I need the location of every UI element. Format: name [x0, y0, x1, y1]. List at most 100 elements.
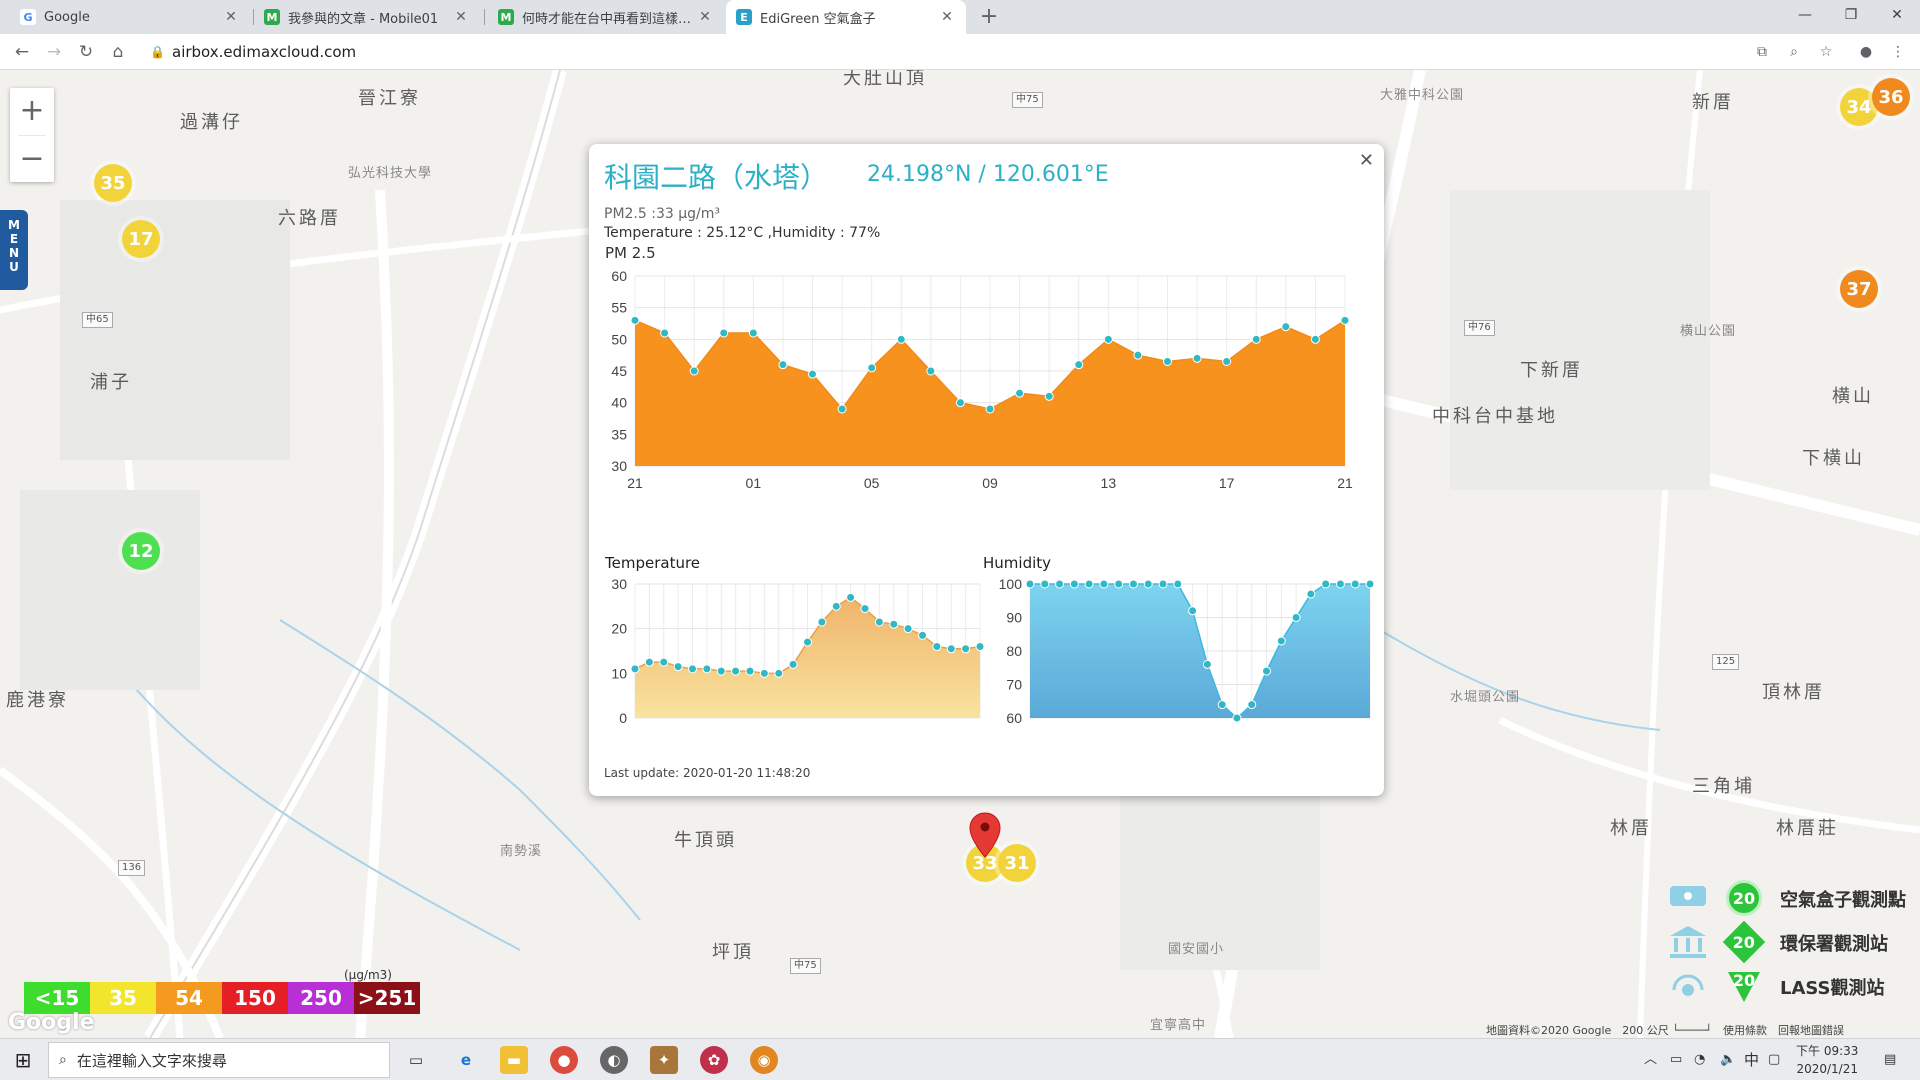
data-point[interactable]	[1025, 579, 1035, 589]
app-icon[interactable]: ◐	[600, 1046, 628, 1074]
back-arrow-icon[interactable]: ←	[10, 40, 34, 64]
data-point[interactable]	[1335, 579, 1345, 589]
app-icon[interactable]: ◉	[750, 1046, 778, 1074]
minimize-button[interactable]: —	[1782, 0, 1828, 30]
data-point[interactable]	[689, 366, 699, 376]
data-point[interactable]	[1103, 334, 1113, 344]
new-tab-button[interactable]: +	[976, 4, 1002, 30]
data-point[interactable]	[719, 328, 729, 338]
data-point[interactable]	[961, 644, 971, 654]
zoom-out-button[interactable]: −	[10, 136, 54, 183]
data-point[interactable]	[903, 624, 913, 634]
data-point[interactable]	[1291, 613, 1301, 622]
sensor-marker[interactable]: 37	[1840, 270, 1878, 308]
data-point[interactable]	[918, 630, 927, 640]
data-point[interactable]	[831, 601, 841, 611]
close-tab-icon[interactable]: ✕	[696, 9, 714, 25]
data-point[interactable]	[702, 664, 712, 674]
data-point[interactable]	[803, 637, 812, 647]
menu-tab-button[interactable]: MENU	[0, 210, 28, 290]
data-point[interactable]	[926, 366, 936, 376]
bookmark-star-icon[interactable]: ☆	[1816, 42, 1836, 62]
tab-mobile01-articles[interactable]: M 我參與的文章 - Mobile01 ✕	[254, 0, 480, 34]
translate-icon[interactable]: ⧉	[1752, 42, 1772, 62]
data-point[interactable]	[1114, 579, 1124, 589]
data-point[interactable]	[1192, 353, 1202, 363]
task-view-icon[interactable]: ▭	[402, 1046, 430, 1074]
profile-avatar-icon[interactable]: ●	[1856, 42, 1876, 62]
data-point[interactable]	[975, 642, 984, 652]
tray-overflow-icon[interactable]: ︿	[1644, 1039, 1657, 1080]
data-point[interactable]	[1321, 579, 1331, 589]
data-point[interactable]	[1173, 579, 1183, 589]
data-point[interactable]	[659, 657, 669, 667]
map-pin-icon[interactable]	[968, 812, 1002, 858]
data-point[interactable]	[874, 617, 884, 627]
tab-edigreen[interactable]: E EdiGreen 空氣盒子 ✕	[726, 0, 966, 34]
data-point[interactable]	[1128, 579, 1138, 589]
data-point[interactable]	[630, 315, 640, 325]
edge-browser-icon[interactable]: e	[452, 1046, 480, 1074]
reload-icon[interactable]: ↻	[74, 40, 98, 64]
zoom-icon[interactable]: ⌕	[1784, 42, 1804, 62]
chrome-icon[interactable]: ●	[550, 1046, 578, 1074]
notification-icon[interactable]: ▤	[1884, 1039, 1896, 1080]
close-popup-icon[interactable]: ✕	[1359, 150, 1374, 171]
sensor-marker[interactable]: 35	[94, 164, 132, 202]
data-point[interactable]	[985, 404, 995, 414]
app-icon[interactable]: ✿	[700, 1046, 728, 1074]
sensor-marker[interactable]: 36	[1872, 78, 1910, 116]
data-point[interactable]	[1262, 666, 1272, 676]
data-point[interactable]	[1217, 700, 1227, 710]
file-explorer-icon[interactable]: ▬	[500, 1046, 528, 1074]
data-point[interactable]	[808, 369, 817, 379]
battery-icon[interactable]: ▭	[1670, 1039, 1682, 1080]
data-point[interactable]	[688, 664, 697, 674]
data-point[interactable]	[644, 657, 654, 667]
data-point[interactable]	[889, 619, 899, 629]
close-tab-icon[interactable]: ✕	[938, 9, 956, 25]
map-attribution[interactable]: 地圖資料©2020 Google 200 公尺 └────┘ 使用條款 回報地圖…	[1486, 1022, 1844, 1038]
data-point[interactable]	[673, 662, 683, 672]
data-point[interactable]	[1365, 579, 1375, 589]
data-point[interactable]	[759, 668, 769, 678]
data-point[interactable]	[955, 398, 965, 408]
data-point[interactable]	[1015, 388, 1025, 398]
data-point[interactable]	[1188, 606, 1198, 616]
close-tab-icon[interactable]: ✕	[452, 9, 470, 25]
data-point[interactable]	[1158, 579, 1168, 589]
ime-mode-icon[interactable]: ▢	[1768, 1039, 1780, 1080]
more-menu-icon[interactable]: ⋮	[1888, 42, 1908, 62]
data-point[interactable]	[817, 617, 827, 627]
data-point[interactable]	[1251, 334, 1261, 344]
tab-google[interactable]: G Google ✕	[10, 0, 250, 34]
sensor-marker[interactable]: 31	[998, 844, 1036, 882]
data-point[interactable]	[1055, 579, 1065, 589]
system-clock[interactable]: 下午 09:33 2020/1/21	[1796, 1042, 1858, 1078]
data-point[interactable]	[1276, 636, 1286, 646]
data-point[interactable]	[860, 604, 870, 614]
data-point[interactable]	[1163, 357, 1172, 366]
taskbar-search[interactable]: ⌕ 在這裡輸入文字來搜尋	[48, 1042, 390, 1078]
data-point[interactable]	[946, 644, 956, 654]
data-point[interactable]	[1044, 391, 1054, 401]
data-point[interactable]	[1350, 579, 1360, 589]
home-icon[interactable]: ⌂	[106, 40, 130, 64]
data-point[interactable]	[778, 360, 788, 370]
app-icon[interactable]: ✦	[650, 1046, 678, 1074]
forward-arrow-icon[interactable]: →	[42, 40, 66, 64]
close-window-button[interactable]: ✕	[1874, 0, 1920, 30]
data-point[interactable]	[1074, 360, 1084, 370]
data-point[interactable]	[1143, 579, 1153, 589]
data-point[interactable]	[660, 328, 670, 338]
data-point[interactable]	[1340, 315, 1350, 325]
volume-icon[interactable]: 🔈	[1720, 1039, 1736, 1080]
data-point[interactable]	[745, 666, 755, 676]
data-point[interactable]	[1306, 589, 1316, 599]
data-point[interactable]	[867, 363, 877, 373]
zoom-in-button[interactable]: +	[10, 88, 54, 135]
url-field[interactable]: 🔒 airbox.edimaxcloud.com	[140, 38, 1740, 66]
data-point[interactable]	[1099, 579, 1109, 589]
windows-start-icon[interactable]: ⊞	[0, 1039, 46, 1080]
data-point[interactable]	[1069, 579, 1079, 589]
